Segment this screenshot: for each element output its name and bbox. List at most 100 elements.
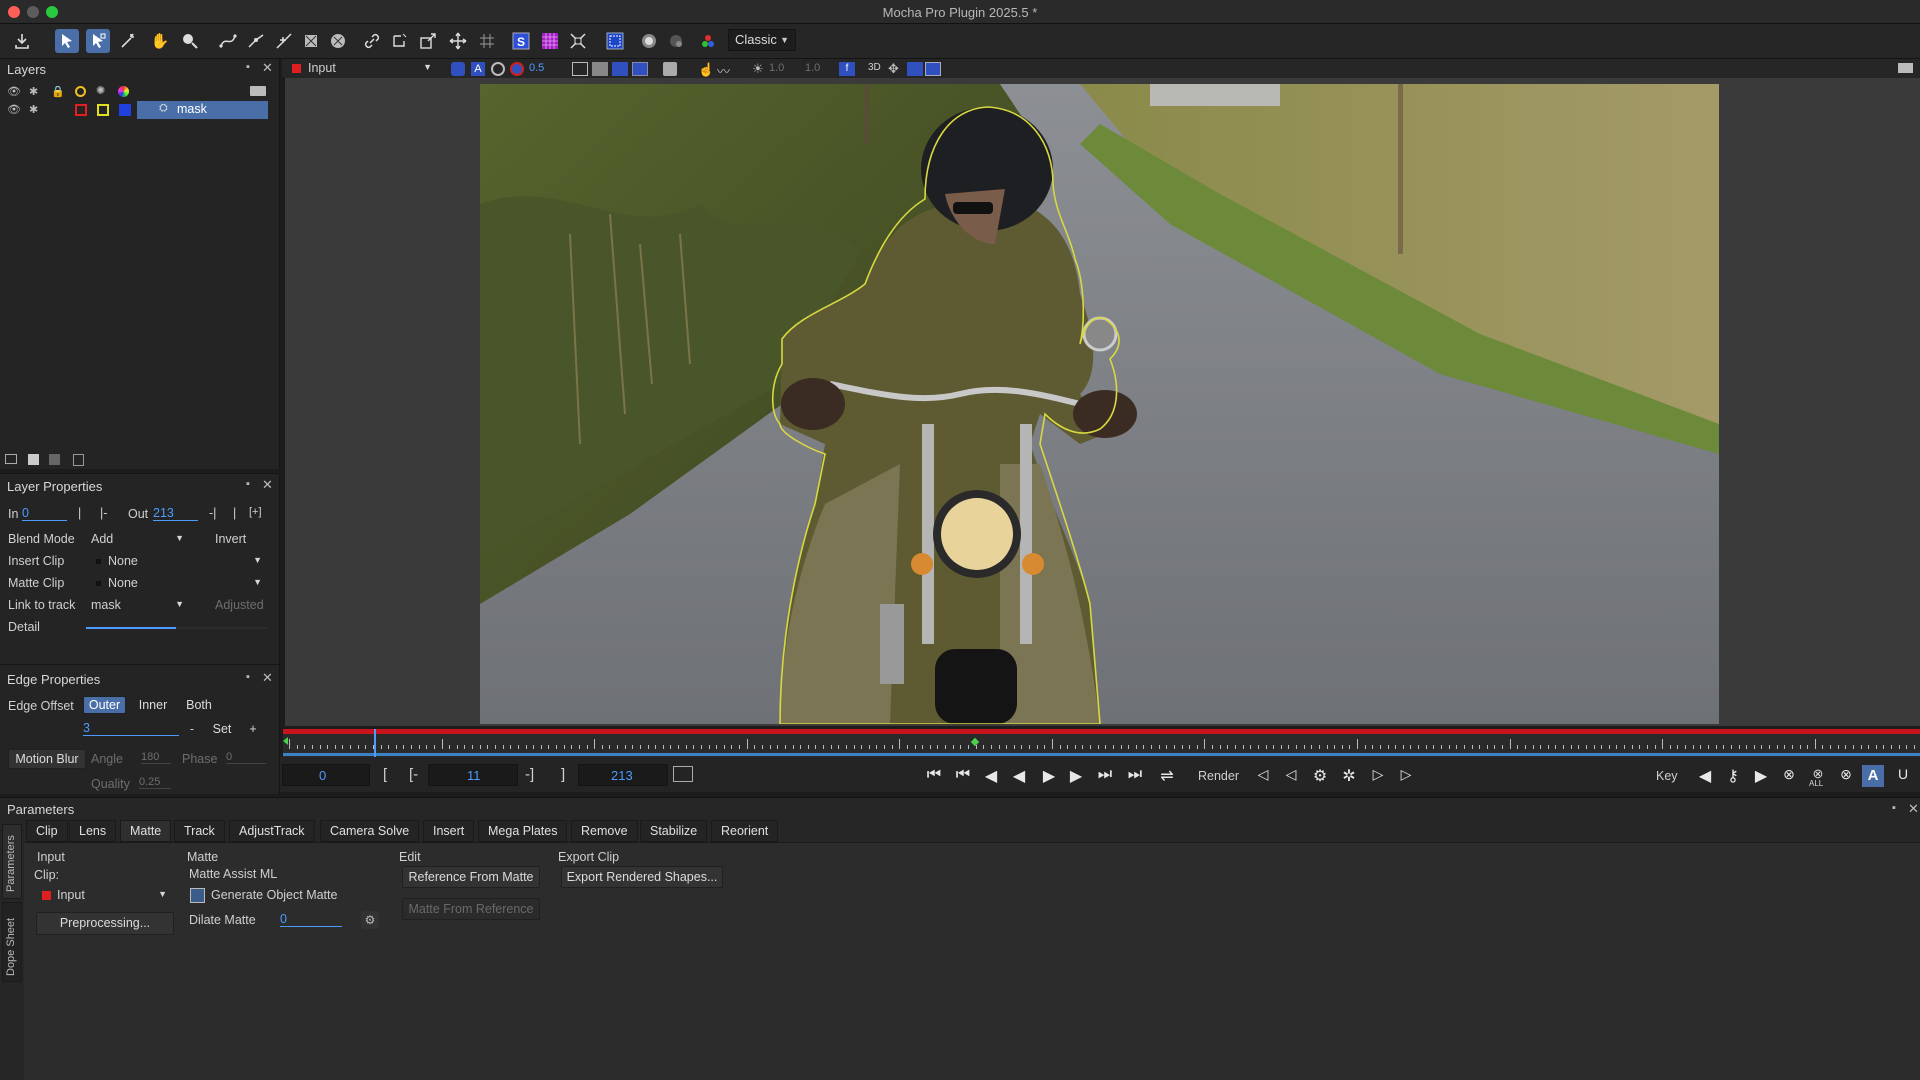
reset-in-out-button[interactable]: [+] xyxy=(249,506,262,518)
tab-remove[interactable]: Remove xyxy=(571,820,638,842)
merge-layer-icon[interactable] xyxy=(49,454,60,465)
tab-matte[interactable]: Matte xyxy=(120,820,172,842)
rgb-channels-icon[interactable] xyxy=(451,62,465,76)
outer-button[interactable]: Outer xyxy=(83,696,126,714)
in-point-input[interactable]: 11 xyxy=(428,764,518,786)
grid-view-icon[interactable] xyxy=(632,62,648,76)
angle-input[interactable]: 180 xyxy=(141,751,171,764)
onion-skin-icon[interactable] xyxy=(664,29,688,53)
next-keyframe-icon[interactable]: ▶ xyxy=(1748,766,1774,786)
stabilize-view-icon[interactable] xyxy=(612,62,628,76)
ellipse-tool-icon[interactable] xyxy=(326,29,350,53)
delete-keyframe-icon[interactable]: ⊗ xyxy=(1776,766,1802,783)
set-out-bracket-button[interactable]: | xyxy=(233,506,236,520)
playhead[interactable] xyxy=(373,729,376,757)
tab-track[interactable]: Track xyxy=(174,820,225,842)
render-backward-icon[interactable]: ◁ xyxy=(1250,766,1276,783)
out-point-input[interactable]: 213 xyxy=(578,764,668,786)
float-panel-icon[interactable]: ▪ xyxy=(1892,802,1896,814)
view-mode-select[interactable]: Classic ▼ xyxy=(728,29,796,51)
step-backward-icon[interactable]: ◀ xyxy=(1006,766,1032,786)
layer-visibility-icon[interactable]: 👁 xyxy=(7,103,21,116)
tab-stabilize[interactable]: Stabilize xyxy=(640,820,708,842)
hand-cursor-icon[interactable]: ☝ xyxy=(698,62,714,78)
stereo-icon[interactable]: f xyxy=(839,62,855,76)
magic-wand-icon[interactable] xyxy=(116,29,140,53)
visibility-icon[interactable]: 👁 xyxy=(7,85,21,98)
new-folder-icon[interactable] xyxy=(5,454,17,464)
viewer-options-icon[interactable] xyxy=(1898,63,1913,73)
gamma-value[interactable]: 1.0 xyxy=(805,62,820,74)
planar-corners-icon[interactable] xyxy=(566,29,590,53)
tab-lens[interactable]: Lens xyxy=(69,820,117,842)
both-button[interactable]: Both xyxy=(179,696,219,714)
close-panel-icon[interactable]: ✕ xyxy=(262,477,273,493)
timeline-ruler[interactable] xyxy=(283,729,1920,757)
magnetic-spline-icon[interactable] xyxy=(272,29,296,53)
add-point-icon[interactable] xyxy=(388,29,412,53)
trim-timeline-icon[interactable] xyxy=(673,766,693,782)
loop-mode-icon[interactable]: ⇌ xyxy=(1154,766,1180,786)
select-points-tool-icon[interactable] xyxy=(86,29,110,53)
render-all-icon[interactable]: ✲ xyxy=(1336,766,1362,786)
viewer-lock-icon[interactable] xyxy=(663,62,677,76)
go-in-button[interactable]: |- xyxy=(100,506,107,520)
show-mattes-icon[interactable] xyxy=(637,29,661,53)
step-forward-icon[interactable]: ▶ xyxy=(1036,766,1062,786)
cog-icon[interactable]: ✱ xyxy=(29,85,38,98)
hand-tool-icon[interactable]: ✋ xyxy=(148,29,172,53)
delete-keyframe-range-icon[interactable]: ⊗ xyxy=(1833,766,1859,783)
go-out-button[interactable]: -| xyxy=(209,506,216,520)
delete-all-keyframes-button[interactable]: ⊗ ALL xyxy=(1805,766,1831,788)
3d-view-toggle[interactable]: 3D xyxy=(868,62,881,73)
orbit-icon[interactable]: ✥ xyxy=(888,61,899,77)
go-to-in-point-button[interactable]: [- xyxy=(409,766,418,783)
play-forward-icon[interactable]: ▶ xyxy=(1063,766,1089,786)
move-tool-icon[interactable] xyxy=(446,29,470,53)
xspline-tool-icon[interactable] xyxy=(216,29,240,53)
tab-mega-plates[interactable]: Mega Plates xyxy=(478,820,568,842)
zoom-tool-icon[interactable] xyxy=(178,29,202,53)
gain-value[interactable]: 1.0 xyxy=(769,62,784,74)
dilate-matte-reset-icon[interactable]: ⚙ xyxy=(361,911,379,929)
edge-offset-plus-button[interactable]: + xyxy=(244,720,262,738)
insert-clip-select[interactable]: None ▼ xyxy=(86,551,268,571)
autokey-icon[interactable]: A xyxy=(1862,765,1884,787)
blend-mode-select[interactable]: Add ▼ xyxy=(86,529,190,549)
tab-reorient[interactable]: Reorient xyxy=(711,820,779,842)
adjusted-checkbox[interactable]: Adjusted xyxy=(215,598,264,612)
surface-toggle-icon[interactable]: S xyxy=(509,29,533,53)
rectangle-tool-icon[interactable] xyxy=(299,29,323,53)
matte-clip-select[interactable]: None ▼ xyxy=(86,573,268,593)
layer-row[interactable]: 👁 ✱ ⛭ mask xyxy=(0,101,270,119)
dilate-matte-input[interactable]: 0 xyxy=(280,912,342,927)
alpha-icon[interactable]: A xyxy=(471,62,485,76)
out-point-input[interactable]: 213 xyxy=(153,506,198,521)
link-tool-icon[interactable] xyxy=(360,29,384,53)
play-backward-icon[interactable]: ◀ xyxy=(978,766,1004,786)
tab-clip[interactable]: Clip xyxy=(26,820,68,842)
preprocessing-button[interactable]: Preprocessing... xyxy=(36,912,174,935)
go-to-start-icon[interactable]: ⏮ xyxy=(921,766,947,784)
set-in-point-button[interactable]: [ xyxy=(383,766,387,783)
sun-icon[interactable]: ✺ xyxy=(96,84,105,97)
tab-insert[interactable]: Insert xyxy=(423,820,475,842)
layer-cog-icon[interactable]: ✱ xyxy=(29,103,38,116)
generate-object-matte-button[interactable]: Generate Object Matte xyxy=(211,888,337,902)
frame-view-icon[interactable] xyxy=(572,62,588,76)
quality-input[interactable]: 0.25 xyxy=(139,776,171,789)
input-clip-select[interactable]: Input ▼ xyxy=(37,886,173,906)
invert-checkbox[interactable]: Invert xyxy=(215,532,246,546)
brightness-icon[interactable]: ☀ xyxy=(752,61,764,77)
motion-blur-toggle[interactable]: Motion Blur xyxy=(8,749,86,769)
trash-icon[interactable] xyxy=(73,454,84,466)
detail-slider[interactable] xyxy=(86,627,268,629)
go-to-out-point-button[interactable]: -] xyxy=(525,766,534,783)
layer-name-cell[interactable]: ⛭ mask xyxy=(137,101,268,119)
export-rendered-shapes-button[interactable]: Export Rendered Shapes... xyxy=(561,866,723,888)
reference-from-matte-button[interactable]: Reference From Matte xyxy=(402,866,540,888)
layer-options-icon[interactable] xyxy=(250,86,266,96)
float-panel-icon[interactable]: ▪ xyxy=(246,671,250,683)
edge-offset-set-button[interactable]: Set xyxy=(207,720,237,738)
set-out-point-button[interactable]: ] xyxy=(561,766,565,783)
